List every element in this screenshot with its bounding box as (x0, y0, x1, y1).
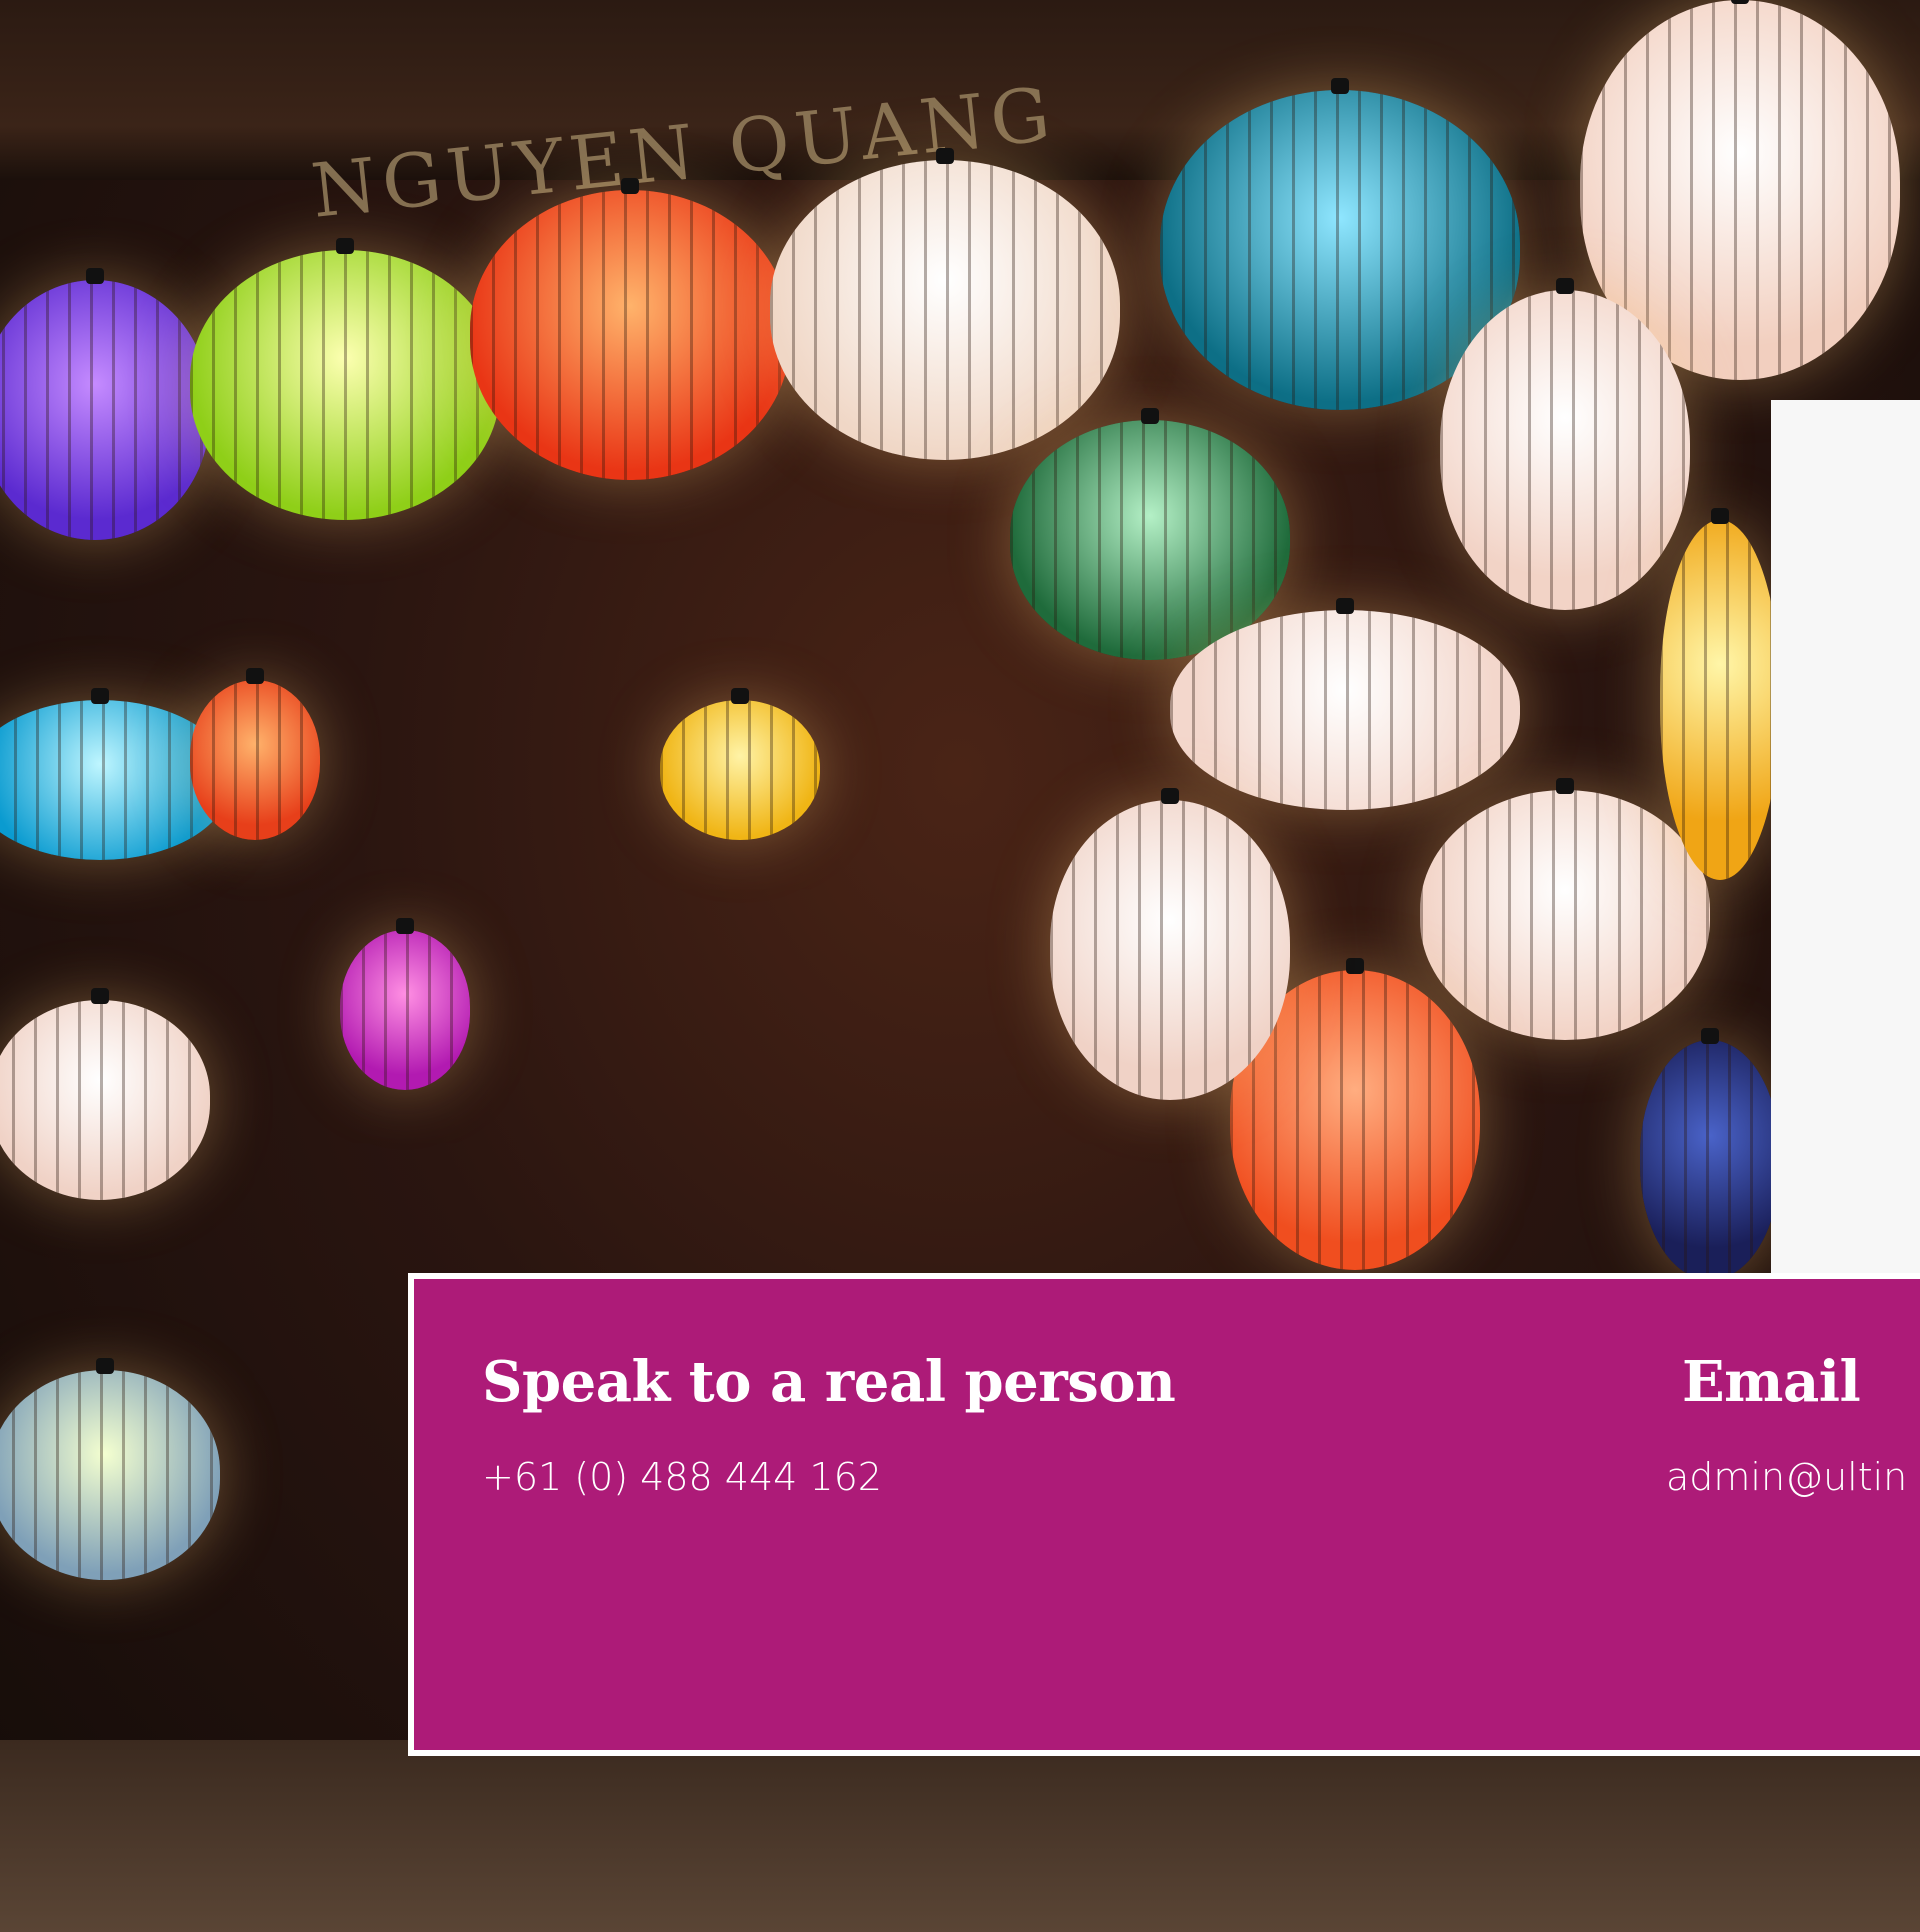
lantern-white-mid (1050, 788, 1290, 1100)
phone-heading: Speak to a real person (482, 1349, 1176, 1415)
lantern-white (770, 148, 1120, 460)
hero-floor (0, 1740, 1920, 1932)
lantern-yellow (660, 688, 820, 840)
side-panel (1771, 400, 1920, 1274)
lantern-purple (0, 268, 210, 540)
lantern-navy (1640, 1028, 1780, 1280)
email-link[interactable]: admin@ultin (1666, 1455, 1907, 1499)
email-heading: Email (1682, 1349, 1861, 1415)
lantern-white-bottom (1420, 778, 1710, 1040)
lantern-orange (190, 668, 320, 840)
lantern-pale (0, 1358, 220, 1580)
lantern-white-right (1440, 278, 1690, 610)
lantern-yellow-right (1660, 508, 1780, 880)
lantern-lime (190, 238, 500, 520)
lantern-green (1010, 408, 1290, 660)
lantern-white-left (0, 988, 210, 1200)
phone-number-link[interactable]: +61 (0) 488 444 162 (482, 1455, 882, 1499)
contact-card: Speak to a real person +61 (0) 488 444 1… (408, 1273, 1920, 1756)
lantern-red (470, 178, 790, 480)
lantern-magenta (340, 918, 470, 1090)
lantern-white-large (1170, 598, 1520, 810)
